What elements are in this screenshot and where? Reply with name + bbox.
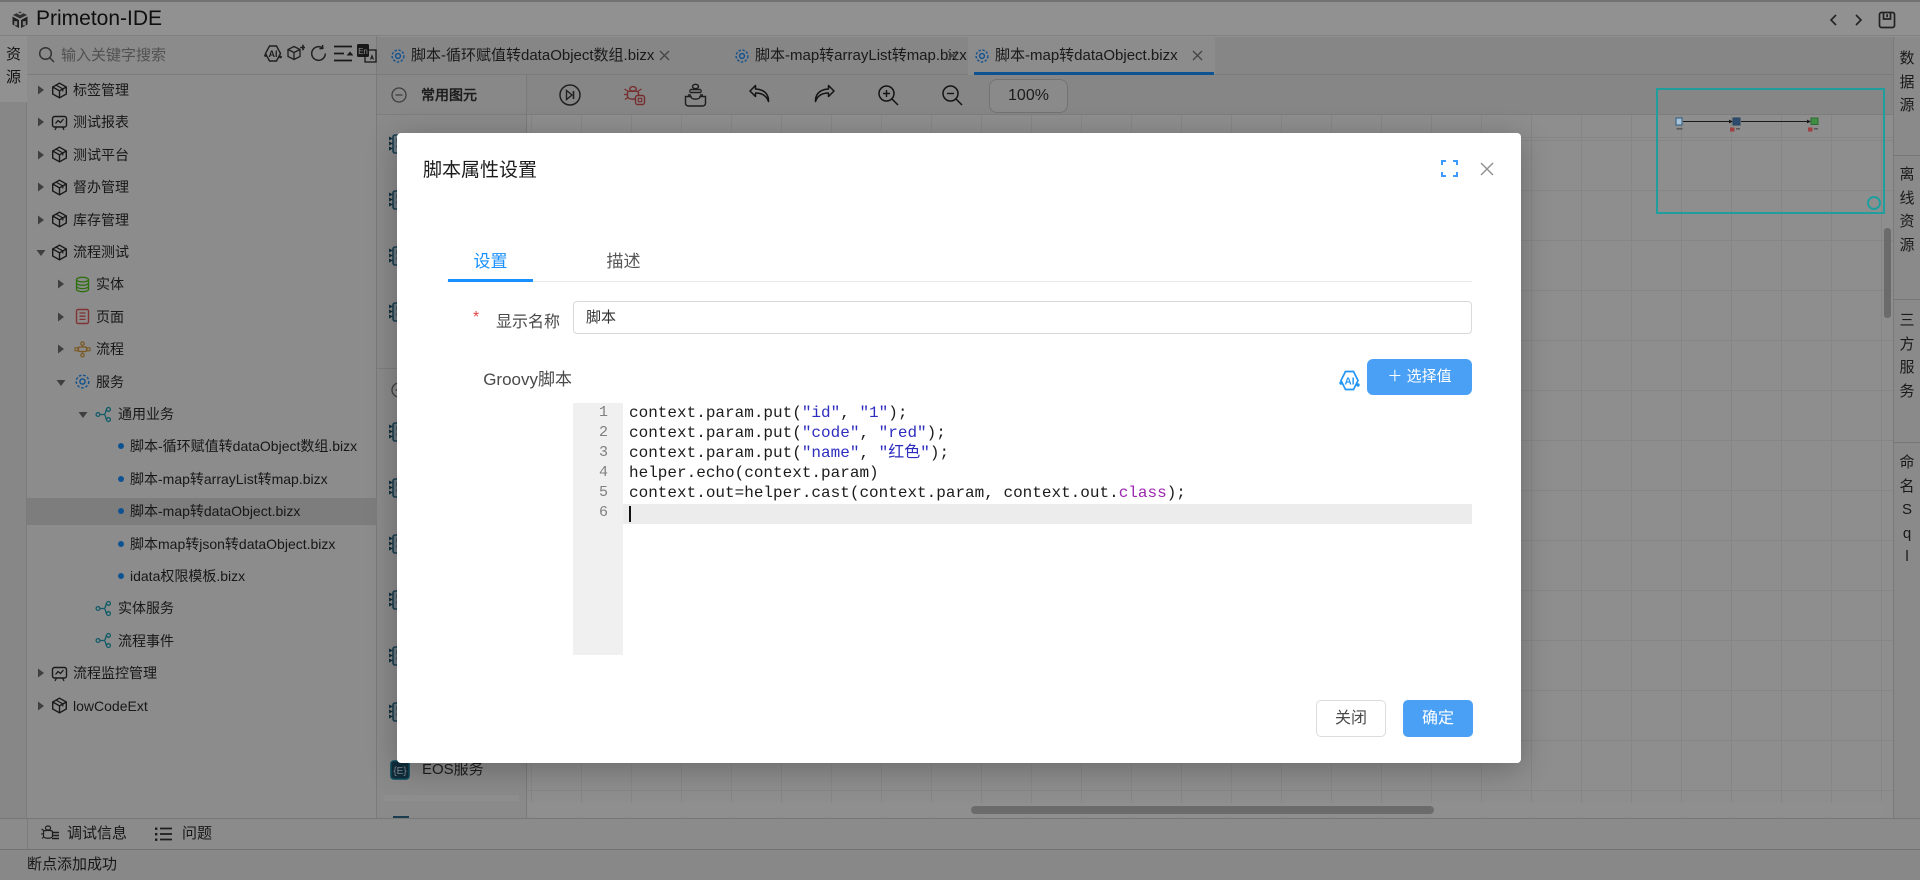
svg-text:AI: AI <box>1345 377 1355 388</box>
